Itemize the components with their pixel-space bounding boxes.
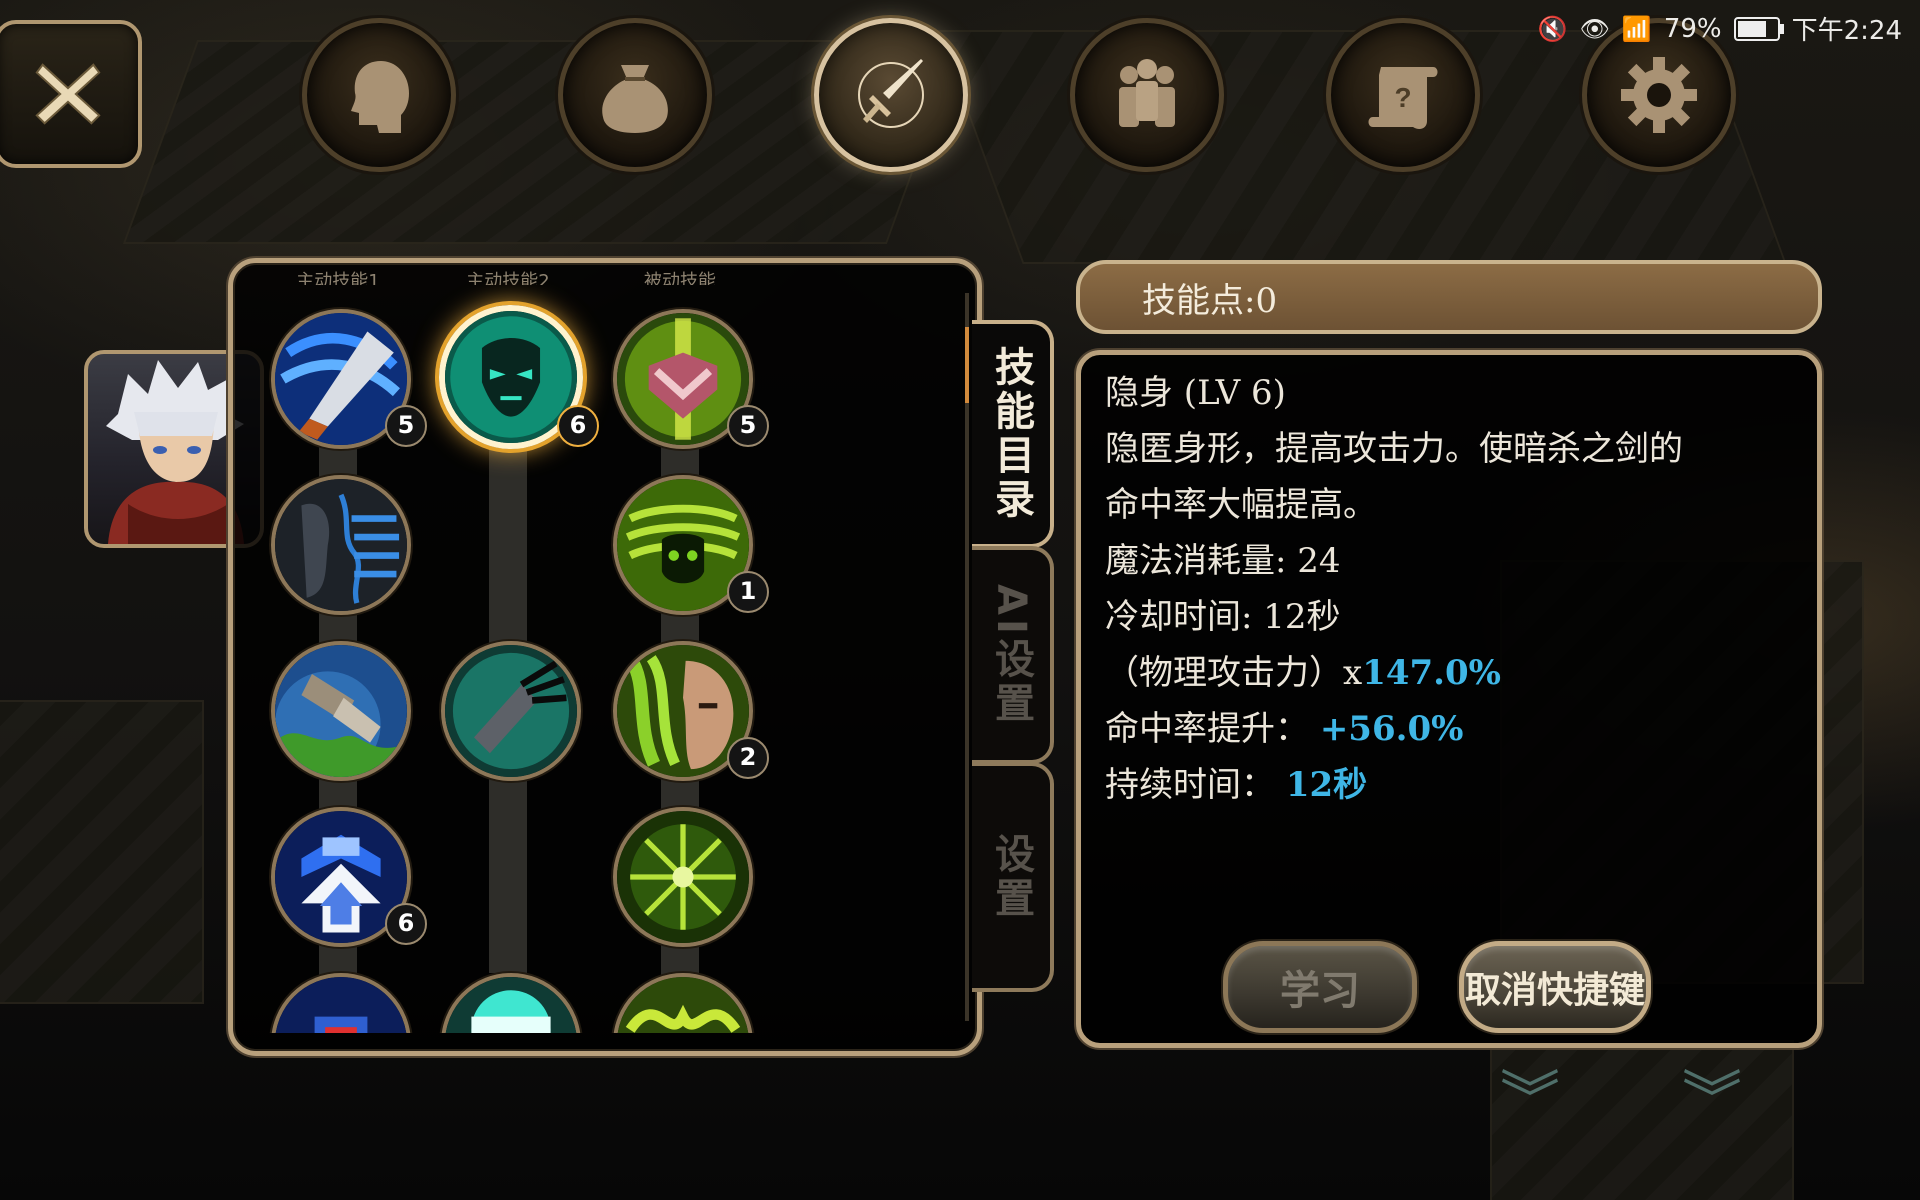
inventory-tab[interactable] <box>558 18 712 172</box>
wifi-icon: 📶 <box>1621 14 1652 43</box>
attack-multiplier: （物理攻击力）x147.0% <box>1105 645 1793 701</box>
battery-percent: 79% <box>1663 13 1722 44</box>
skill-tree-panel: 主动技能1 主动技能2 被动技能 5 6 5 1 2 6 <box>228 258 982 1056</box>
skill-level-badge: 6 <box>557 405 599 447</box>
skill-cyan-burst[interactable] <box>441 973 581 1033</box>
skill-description: 命中率大幅提高。 <box>1105 485 1377 525</box>
cyan-burst-icon <box>445 977 577 1033</box>
scroll-icon: ? <box>1368 67 1438 129</box>
skill-burst-aura[interactable] <box>613 807 753 947</box>
learn-button[interactable]: 学习 <box>1223 941 1417 1033</box>
tab-skill-list[interactable]: 技能目录 <box>972 320 1054 548</box>
skill-level-badge: 5 <box>385 405 427 447</box>
cancel-shortcut-button[interactable]: 取消快捷键 <box>1459 941 1651 1033</box>
skill-green-wave[interactable] <box>613 973 753 1033</box>
cooldown: 冷却时间: 12秒 <box>1105 597 1341 637</box>
shadow-face-icon <box>275 479 407 611</box>
head-icon <box>351 61 409 133</box>
stat-label: 持续时间： <box>1105 765 1275 805</box>
burst-icon <box>617 811 749 943</box>
skill-earth-fist[interactable] <box>271 641 411 781</box>
down-arrow-icon: ︾ <box>1500 1065 1560 1135</box>
skill-level-badge: 5 <box>727 405 769 447</box>
bag-icon <box>602 65 668 133</box>
down-arrow-icon: ︾ <box>1682 1065 1742 1135</box>
clock: 下午2:24 <box>1791 16 1902 46</box>
hit-rate-bonus: 命中率提升： +56.0% <box>1105 701 1793 757</box>
battery-icon <box>1733 16 1784 41</box>
quest-tab[interactable]: ? <box>1326 18 1480 172</box>
skill-points-bar: 技能点:0 <box>1076 260 1822 334</box>
character-tab[interactable] <box>302 18 456 172</box>
scrollbar-thumb[interactable] <box>965 327 969 403</box>
mana-cost: 魔法消耗量: 24 <box>1105 541 1341 581</box>
stat-value: 12秒 <box>1285 765 1368 805</box>
stat-value: +56.0% <box>1319 709 1464 749</box>
tab-label: 设置 <box>988 833 1034 921</box>
party-tab[interactable] <box>1070 18 1224 172</box>
duration: 持续时间： 12秒 <box>1105 757 1793 813</box>
skill-description: 隐匿身形，提高攻击力。使暗杀之剑的 <box>1105 429 1683 469</box>
skill-claw-strike[interactable] <box>441 641 581 781</box>
stat-value: 147.0% <box>1362 653 1501 693</box>
tab-ai-settings[interactable]: AI设置 <box>972 546 1054 764</box>
red-eye-icon <box>275 977 407 1033</box>
people-icon <box>1119 59 1175 127</box>
eye-icon: 👁 <box>1579 14 1610 43</box>
tab-label: AI设置 <box>988 584 1034 726</box>
status-bar: 🔇 👁 📶 79% 下午2:24 <box>1538 10 1902 47</box>
gear-icon <box>1621 57 1697 133</box>
claw-icon <box>445 645 577 777</box>
skill-title: 隐身 (LV 6) <box>1105 373 1286 413</box>
svg-text:?: ? <box>1394 82 1411 113</box>
skill-red-eye[interactable] <box>271 973 411 1033</box>
sword-icon <box>858 59 924 128</box>
earth-fist-icon <box>275 645 407 777</box>
mute-icon: 🔇 <box>1537 14 1568 43</box>
skill-level-badge: 2 <box>727 737 769 779</box>
skills-tab[interactable] <box>814 18 968 172</box>
skill-points-text: 技能点:0 <box>1142 280 1278 321</box>
stat-label: 命中率提升： <box>1105 709 1309 749</box>
skill-list[interactable]: 5 6 5 1 2 6 <box>233 263 977 1033</box>
green-wave-icon <box>617 977 749 1033</box>
skill-level-badge: 6 <box>385 903 427 945</box>
skill-level-badge: 1 <box>727 571 769 613</box>
skill-shadow-face[interactable] <box>271 475 411 615</box>
tab-settings[interactable]: 设置 <box>972 762 1054 992</box>
close-icon <box>35 63 101 125</box>
skill-detail-panel: 隐身 (LV 6) 隐匿身形，提高攻击力。使暗杀之剑的 命中率大幅提高。 魔法消… <box>1076 350 1822 1048</box>
close-button[interactable] <box>0 20 142 168</box>
stat-label: （物理攻击力）x <box>1105 653 1363 693</box>
tab-label: 技能目录 <box>988 346 1034 522</box>
